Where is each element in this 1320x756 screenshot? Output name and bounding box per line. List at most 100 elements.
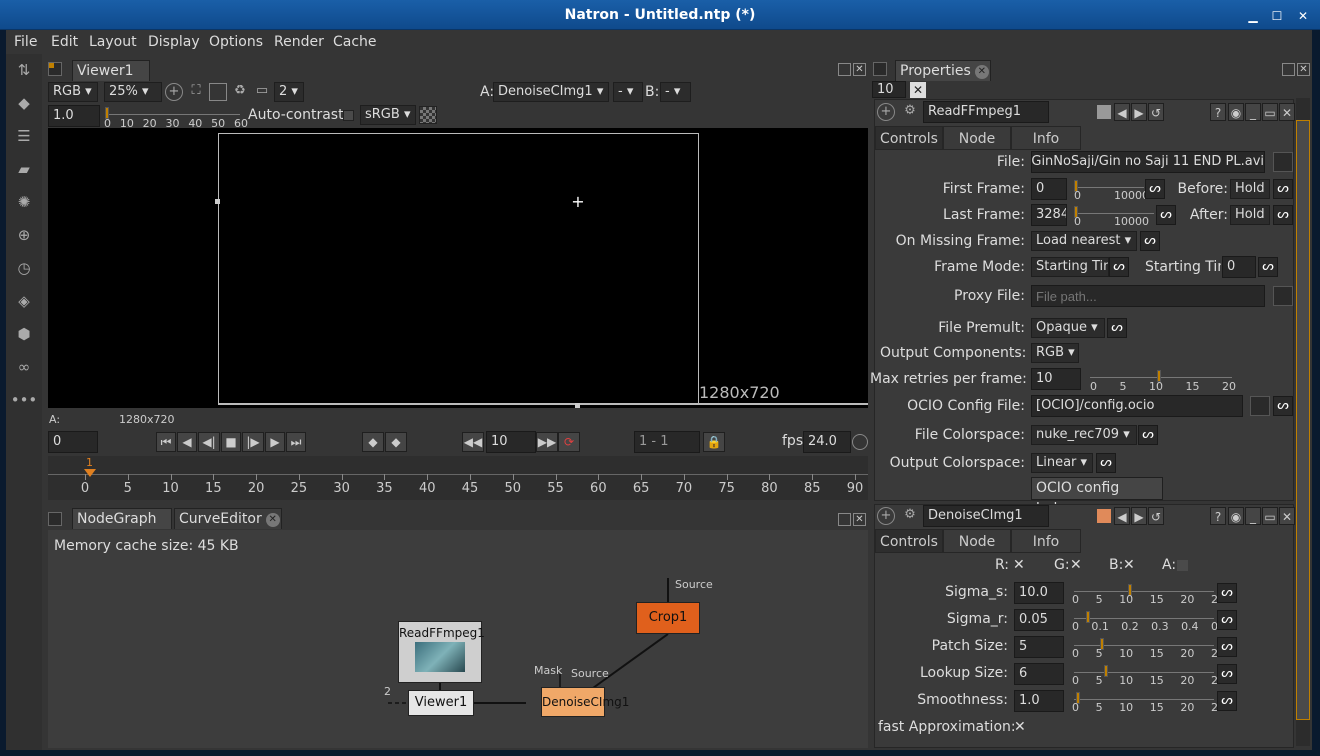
frame-step-field[interactable]: 10	[486, 431, 536, 453]
animation-curve-icon[interactable]: ᔕ	[1140, 231, 1160, 251]
close-tab-icon[interactable]: ✕	[974, 65, 989, 79]
image-tools-icon[interactable]: ⇅	[10, 56, 38, 84]
animation-curve-icon[interactable]: ᔕ	[1107, 318, 1127, 338]
float-pane-icon[interactable]	[838, 513, 851, 526]
read-tab-info[interactable]: Info	[1011, 126, 1081, 150]
premult-select[interactable]: Opaque ▾	[1031, 318, 1105, 338]
play-backward-icon[interactable]: ◀|	[198, 432, 220, 452]
animation-curve-icon[interactable]: ᔕ	[1156, 205, 1176, 225]
pane-menu-icon[interactable]	[48, 62, 62, 76]
hide-icon[interactable]: ◉	[1228, 103, 1244, 121]
restore-defaults-icon[interactable]: ↺	[1148, 507, 1164, 525]
menu-options[interactable]: Options	[209, 30, 263, 54]
merge-tools-icon[interactable]: ⬢	[10, 320, 38, 348]
lock-icon[interactable]: 🔒	[703, 432, 725, 452]
first-frame-field[interactable]: 0	[1031, 178, 1067, 200]
ocio-help-button[interactable]: OCIO config help...	[1031, 477, 1163, 517]
node-viewer1[interactable]: Viewer1	[408, 690, 474, 716]
filter-tools-icon[interactable]: ✺	[10, 188, 38, 216]
components-select[interactable]: RGB ▾	[1031, 343, 1079, 363]
properties-scrollbar[interactable]	[1296, 98, 1310, 746]
help-icon[interactable]: ?	[1210, 507, 1226, 525]
close-panel-icon[interactable]: ✕	[1279, 103, 1295, 121]
denoise-node-name[interactable]: DenoiseCImg1	[923, 505, 1049, 527]
gain-field[interactable]: 1.0	[48, 105, 100, 127]
close-tab-icon[interactable]: ✕	[265, 513, 280, 527]
stop-icon[interactable]: ■	[221, 432, 241, 452]
animation-curve-icon[interactable]: ᔕ	[1217, 664, 1237, 684]
file-colorspace-select[interactable]: nuke_rec709 ▾	[1031, 425, 1137, 445]
missing-frame-select[interactable]: Load nearest ▾	[1031, 231, 1137, 251]
redo-icon[interactable]: ▶	[1131, 507, 1147, 525]
next-keyframe-icon[interactable]: ◆	[385, 432, 407, 452]
tab-curveeditor[interactable]: CurveEditor ✕	[174, 508, 282, 529]
proxy-file-field[interactable]	[1031, 285, 1265, 307]
tab-properties[interactable]: Properties ✕	[895, 60, 991, 81]
refresh-icon[interactable]: ♻	[231, 83, 249, 101]
proxy-level-select[interactable]: 2 ▾	[274, 82, 304, 102]
clip-icon[interactable]: +	[165, 83, 183, 101]
menu-file[interactable]: File	[14, 30, 37, 54]
zoom-select[interactable]: 25% ▾	[104, 82, 162, 102]
input-b-select[interactable]: - ▾	[660, 82, 691, 102]
max-retries-field[interactable]: 10	[1031, 368, 1081, 390]
frame-mode-select[interactable]: Starting Time	[1031, 257, 1109, 277]
tab-nodegraph[interactable]: NodeGraph✕	[72, 508, 172, 548]
denoise-param-field[interactable]: 6	[1014, 663, 1064, 685]
minimize-panel-icon[interactable]: _	[1245, 103, 1261, 121]
close-pane-icon[interactable]: ✕	[853, 63, 866, 76]
minimize-panel-icon[interactable]: _	[1245, 507, 1261, 525]
float-pane-icon[interactable]	[838, 63, 851, 76]
close-icon[interactable]: ✕	[1294, 7, 1312, 25]
settings-icon[interactable]: ⚙	[900, 507, 920, 525]
autocontrast-checkbox[interactable]	[343, 110, 354, 121]
a-checkbox[interactable]	[1177, 560, 1188, 571]
output-colorspace-select[interactable]: Linear ▾	[1031, 453, 1093, 473]
animation-curve-icon[interactable]: ᔕ	[1138, 425, 1158, 445]
center-node-icon[interactable]: +	[877, 507, 895, 525]
animation-curve-icon[interactable]: ᔕ	[1109, 257, 1129, 277]
redo-icon[interactable]: ▶	[1131, 103, 1147, 121]
fps-auto-icon[interactable]	[852, 434, 868, 450]
node-color-swatch[interactable]	[1097, 509, 1111, 523]
denoise-tab-controls[interactable]: Controls	[875, 529, 943, 553]
folder-icon[interactable]	[1250, 396, 1270, 416]
denoise-tab-node[interactable]: Node	[943, 529, 1011, 553]
node-readffmpeg1[interactable]: ReadFFmpeg1	[398, 621, 485, 683]
animation-curve-icon[interactable]: ᔕ	[1273, 179, 1293, 199]
crop-handle-bottom[interactable]	[575, 403, 580, 408]
colorspace-select[interactable]: sRGB ▾	[360, 105, 416, 125]
pane-menu-icon[interactable]	[873, 62, 887, 76]
prev-frame-icon[interactable]: ◀	[177, 432, 197, 452]
transform-tools-icon[interactable]: ◈	[10, 287, 38, 315]
animation-curve-icon[interactable]: ᔕ	[1273, 205, 1293, 225]
help-icon[interactable]: ?	[1210, 103, 1226, 121]
fast-forward-icon[interactable]: ▶▶	[536, 432, 558, 452]
animation-curve-icon[interactable]: ᔕ	[1217, 637, 1237, 657]
denoise-param-field[interactable]: 5	[1014, 636, 1064, 658]
scrollbar-thumb[interactable]	[1296, 120, 1310, 720]
paint-tools-icon[interactable]: ◆	[10, 89, 38, 117]
color-tools-icon[interactable]: ▰	[10, 155, 38, 183]
frame-range-field[interactable]: 1 - 1	[634, 431, 700, 453]
g-checkbox[interactable]: ✕	[1070, 557, 1082, 573]
read-tab-controls[interactable]: Controls	[875, 126, 943, 150]
animation-curve-icon[interactable]: ᔕ	[1096, 453, 1116, 473]
checkerboard-icon[interactable]	[419, 106, 437, 124]
folder-icon[interactable]	[1273, 286, 1293, 306]
maximize-icon[interactable]: ☐	[1268, 7, 1286, 25]
animation-curve-icon[interactable]: ᔕ	[1217, 691, 1237, 711]
read-tab-node[interactable]: Node	[943, 126, 1011, 150]
fps-field[interactable]: 24.0	[803, 431, 851, 453]
region-icon[interactable]	[209, 83, 227, 101]
folder-icon[interactable]	[1273, 152, 1293, 172]
close-pane-icon[interactable]: ✕	[853, 513, 866, 526]
float-panel-icon[interactable]: ▭	[1262, 103, 1278, 121]
settings-icon[interactable]: ⚙	[900, 103, 920, 121]
last-frame-icon[interactable]: ⏭	[286, 432, 306, 452]
other-tools-icon[interactable]: •••	[10, 386, 38, 414]
hide-icon[interactable]: ◉	[1228, 507, 1244, 525]
starting-time-field[interactable]: 0	[1222, 256, 1256, 278]
next-frame-icon[interactable]: ▶	[265, 432, 285, 452]
current-frame-field[interactable]: 0	[48, 431, 98, 453]
